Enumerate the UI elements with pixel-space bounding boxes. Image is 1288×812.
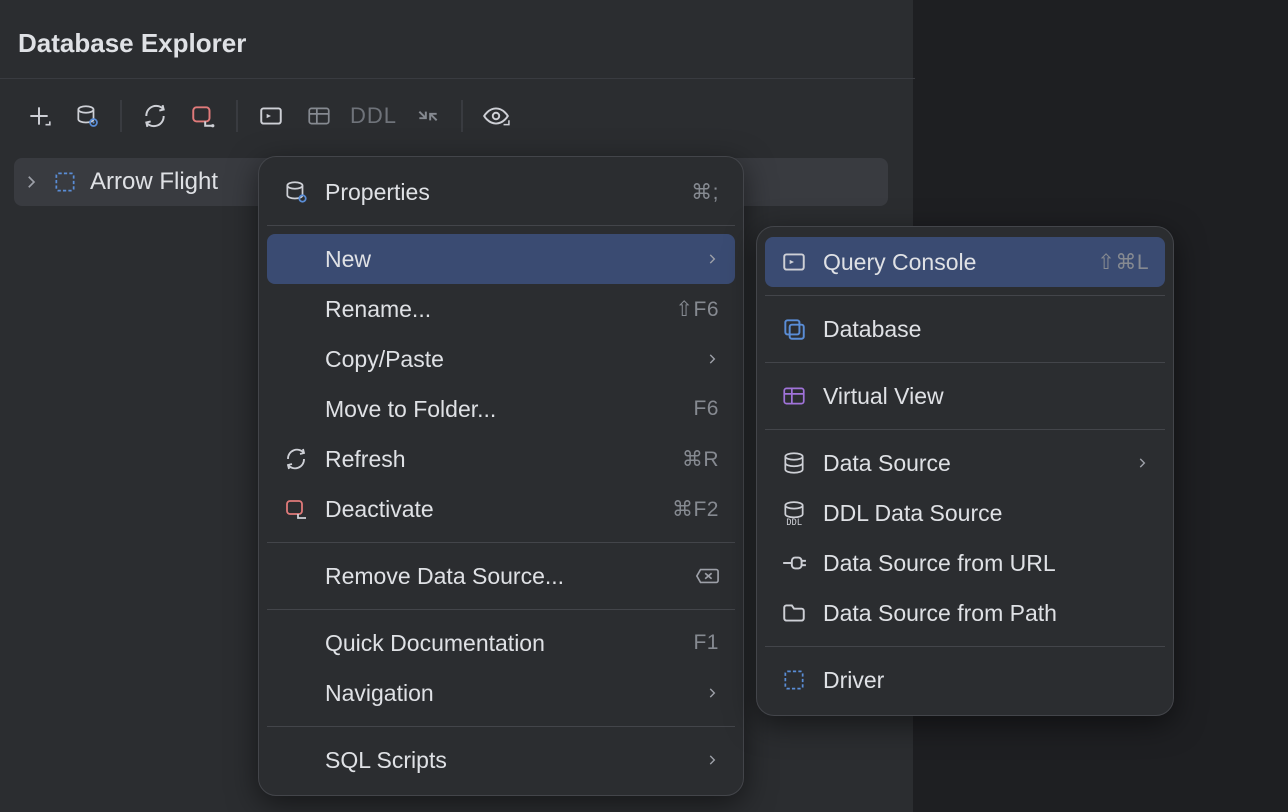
database-icon: [779, 448, 809, 478]
menu-item-label: Deactivate: [325, 496, 658, 523]
toolbar-separator: [236, 100, 238, 132]
refresh-button[interactable]: [134, 95, 176, 137]
menu-item-label: Data Source from Path: [823, 600, 1149, 627]
chevron-right-icon: [705, 252, 719, 266]
refresh-icon: [281, 444, 311, 474]
menu-item-ddl-data-source[interactable]: DDL DDL Data Source: [765, 488, 1165, 538]
menu-item-label: Properties: [325, 179, 677, 206]
delete-icon: [695, 566, 719, 586]
menu-item-label: Database: [823, 316, 1149, 343]
menu-item-rename[interactable]: Rename... ⇧F6: [267, 284, 735, 334]
menu-item-shortcut: ⇧F6: [675, 297, 719, 322]
menu-item-shortcut: F6: [693, 397, 719, 421]
menu-separator: [765, 646, 1165, 647]
toolbar-separator: [461, 100, 463, 132]
menu-separator: [267, 609, 735, 610]
menu-item-database[interactable]: Database: [765, 304, 1165, 354]
menu-item-label: SQL Scripts: [325, 747, 691, 774]
toolbar-separator: [120, 100, 122, 132]
driver-icon: [52, 169, 78, 195]
menu-item-data-source-from-url[interactable]: Data Source from URL: [765, 538, 1165, 588]
menu-item-label: Driver: [823, 667, 1149, 694]
panel-title: Database Explorer: [0, 0, 913, 75]
menu-item-label: Data Source: [823, 450, 1121, 477]
menu-item-label: Move to Folder...: [325, 396, 679, 423]
menu-item-copy-paste[interactable]: Copy/Paste: [267, 334, 735, 384]
jump-to-console-button[interactable]: [250, 95, 292, 137]
menu-item-navigation[interactable]: Navigation: [267, 668, 735, 718]
context-menu: Properties ⌘; New Rename... ⇧F6 Copy/Pas…: [258, 156, 744, 796]
database-gear-icon: [281, 177, 311, 207]
chevron-right-icon: [705, 352, 719, 366]
menu-item-label: Query Console: [823, 249, 1083, 276]
chevron-right-icon: [1135, 456, 1149, 470]
chevron-right-icon: [705, 686, 719, 700]
menu-item-label: Rename...: [325, 296, 661, 323]
menu-item-remove-data-source[interactable]: Remove Data Source...: [267, 551, 735, 601]
driver-icon: [779, 665, 809, 695]
menu-item-shortcut: ⌘;: [691, 180, 719, 205]
ddl-button[interactable]: DDL: [346, 103, 401, 129]
menu-item-label: DDL Data Source: [823, 500, 1149, 527]
disconnect-icon: [281, 494, 311, 524]
menu-item-sql-scripts[interactable]: SQL Scripts: [267, 735, 735, 785]
table-view-button[interactable]: [298, 95, 340, 137]
menu-separator: [267, 726, 735, 727]
ddl-database-icon: DDL: [779, 498, 809, 528]
menu-separator: [267, 542, 735, 543]
menu-item-new[interactable]: New: [267, 234, 735, 284]
virtual-view-icon: [779, 381, 809, 411]
menu-item-shortcut: ⇧⌘L: [1097, 250, 1149, 275]
console-icon: [779, 247, 809, 277]
data-source-properties-button[interactable]: [66, 95, 108, 137]
toolbar: DDL: [0, 88, 915, 143]
menu-item-driver[interactable]: Driver: [765, 655, 1165, 705]
menu-item-label: Virtual View: [823, 383, 1149, 410]
plug-icon: [779, 548, 809, 578]
collapse-button[interactable]: [407, 95, 449, 137]
menu-item-data-source[interactable]: Data Source: [765, 438, 1165, 488]
disconnect-button[interactable]: [182, 95, 224, 137]
menu-item-shortcut: ⌘R: [682, 447, 719, 472]
menu-item-label: Remove Data Source...: [325, 563, 681, 590]
menu-item-label: Copy/Paste: [325, 346, 691, 373]
menu-item-move-to-folder[interactable]: Move to Folder... F6: [267, 384, 735, 434]
menu-separator: [765, 429, 1165, 430]
menu-item-virtual-view[interactable]: Virtual View: [765, 371, 1165, 421]
view-options-button[interactable]: [475, 95, 517, 137]
menu-separator: [765, 295, 1165, 296]
menu-item-shortcut: F1: [693, 631, 719, 655]
menu-item-label: Quick Documentation: [325, 630, 679, 657]
chevron-right-icon: [22, 173, 40, 191]
menu-item-label: Refresh: [325, 446, 668, 473]
svg-text:DDL: DDL: [786, 518, 802, 526]
menu-item-refresh[interactable]: Refresh ⌘R: [267, 434, 735, 484]
menu-item-shortcut: ⌘F2: [672, 497, 719, 522]
folder-icon: [779, 598, 809, 628]
submenu-new: Query Console ⇧⌘L Database Virtual View: [756, 226, 1174, 716]
menu-separator: [765, 362, 1165, 363]
menu-item-label: New: [325, 246, 691, 273]
menu-item-deactivate[interactable]: Deactivate ⌘F2: [267, 484, 735, 534]
menu-item-label: Data Source from URL: [823, 550, 1149, 577]
menu-item-query-console[interactable]: Query Console ⇧⌘L: [765, 237, 1165, 287]
menu-item-properties[interactable]: Properties ⌘;: [267, 167, 735, 217]
menu-separator: [267, 225, 735, 226]
schema-icon: [779, 314, 809, 344]
menu-item-label: Navigation: [325, 680, 691, 707]
chevron-right-icon: [705, 753, 719, 767]
add-button[interactable]: [18, 95, 60, 137]
menu-item-data-source-from-path[interactable]: Data Source from Path: [765, 588, 1165, 638]
tree-item-label: Arrow Flight: [90, 168, 218, 196]
menu-item-quick-documentation[interactable]: Quick Documentation F1: [267, 618, 735, 668]
divider: [0, 78, 915, 79]
